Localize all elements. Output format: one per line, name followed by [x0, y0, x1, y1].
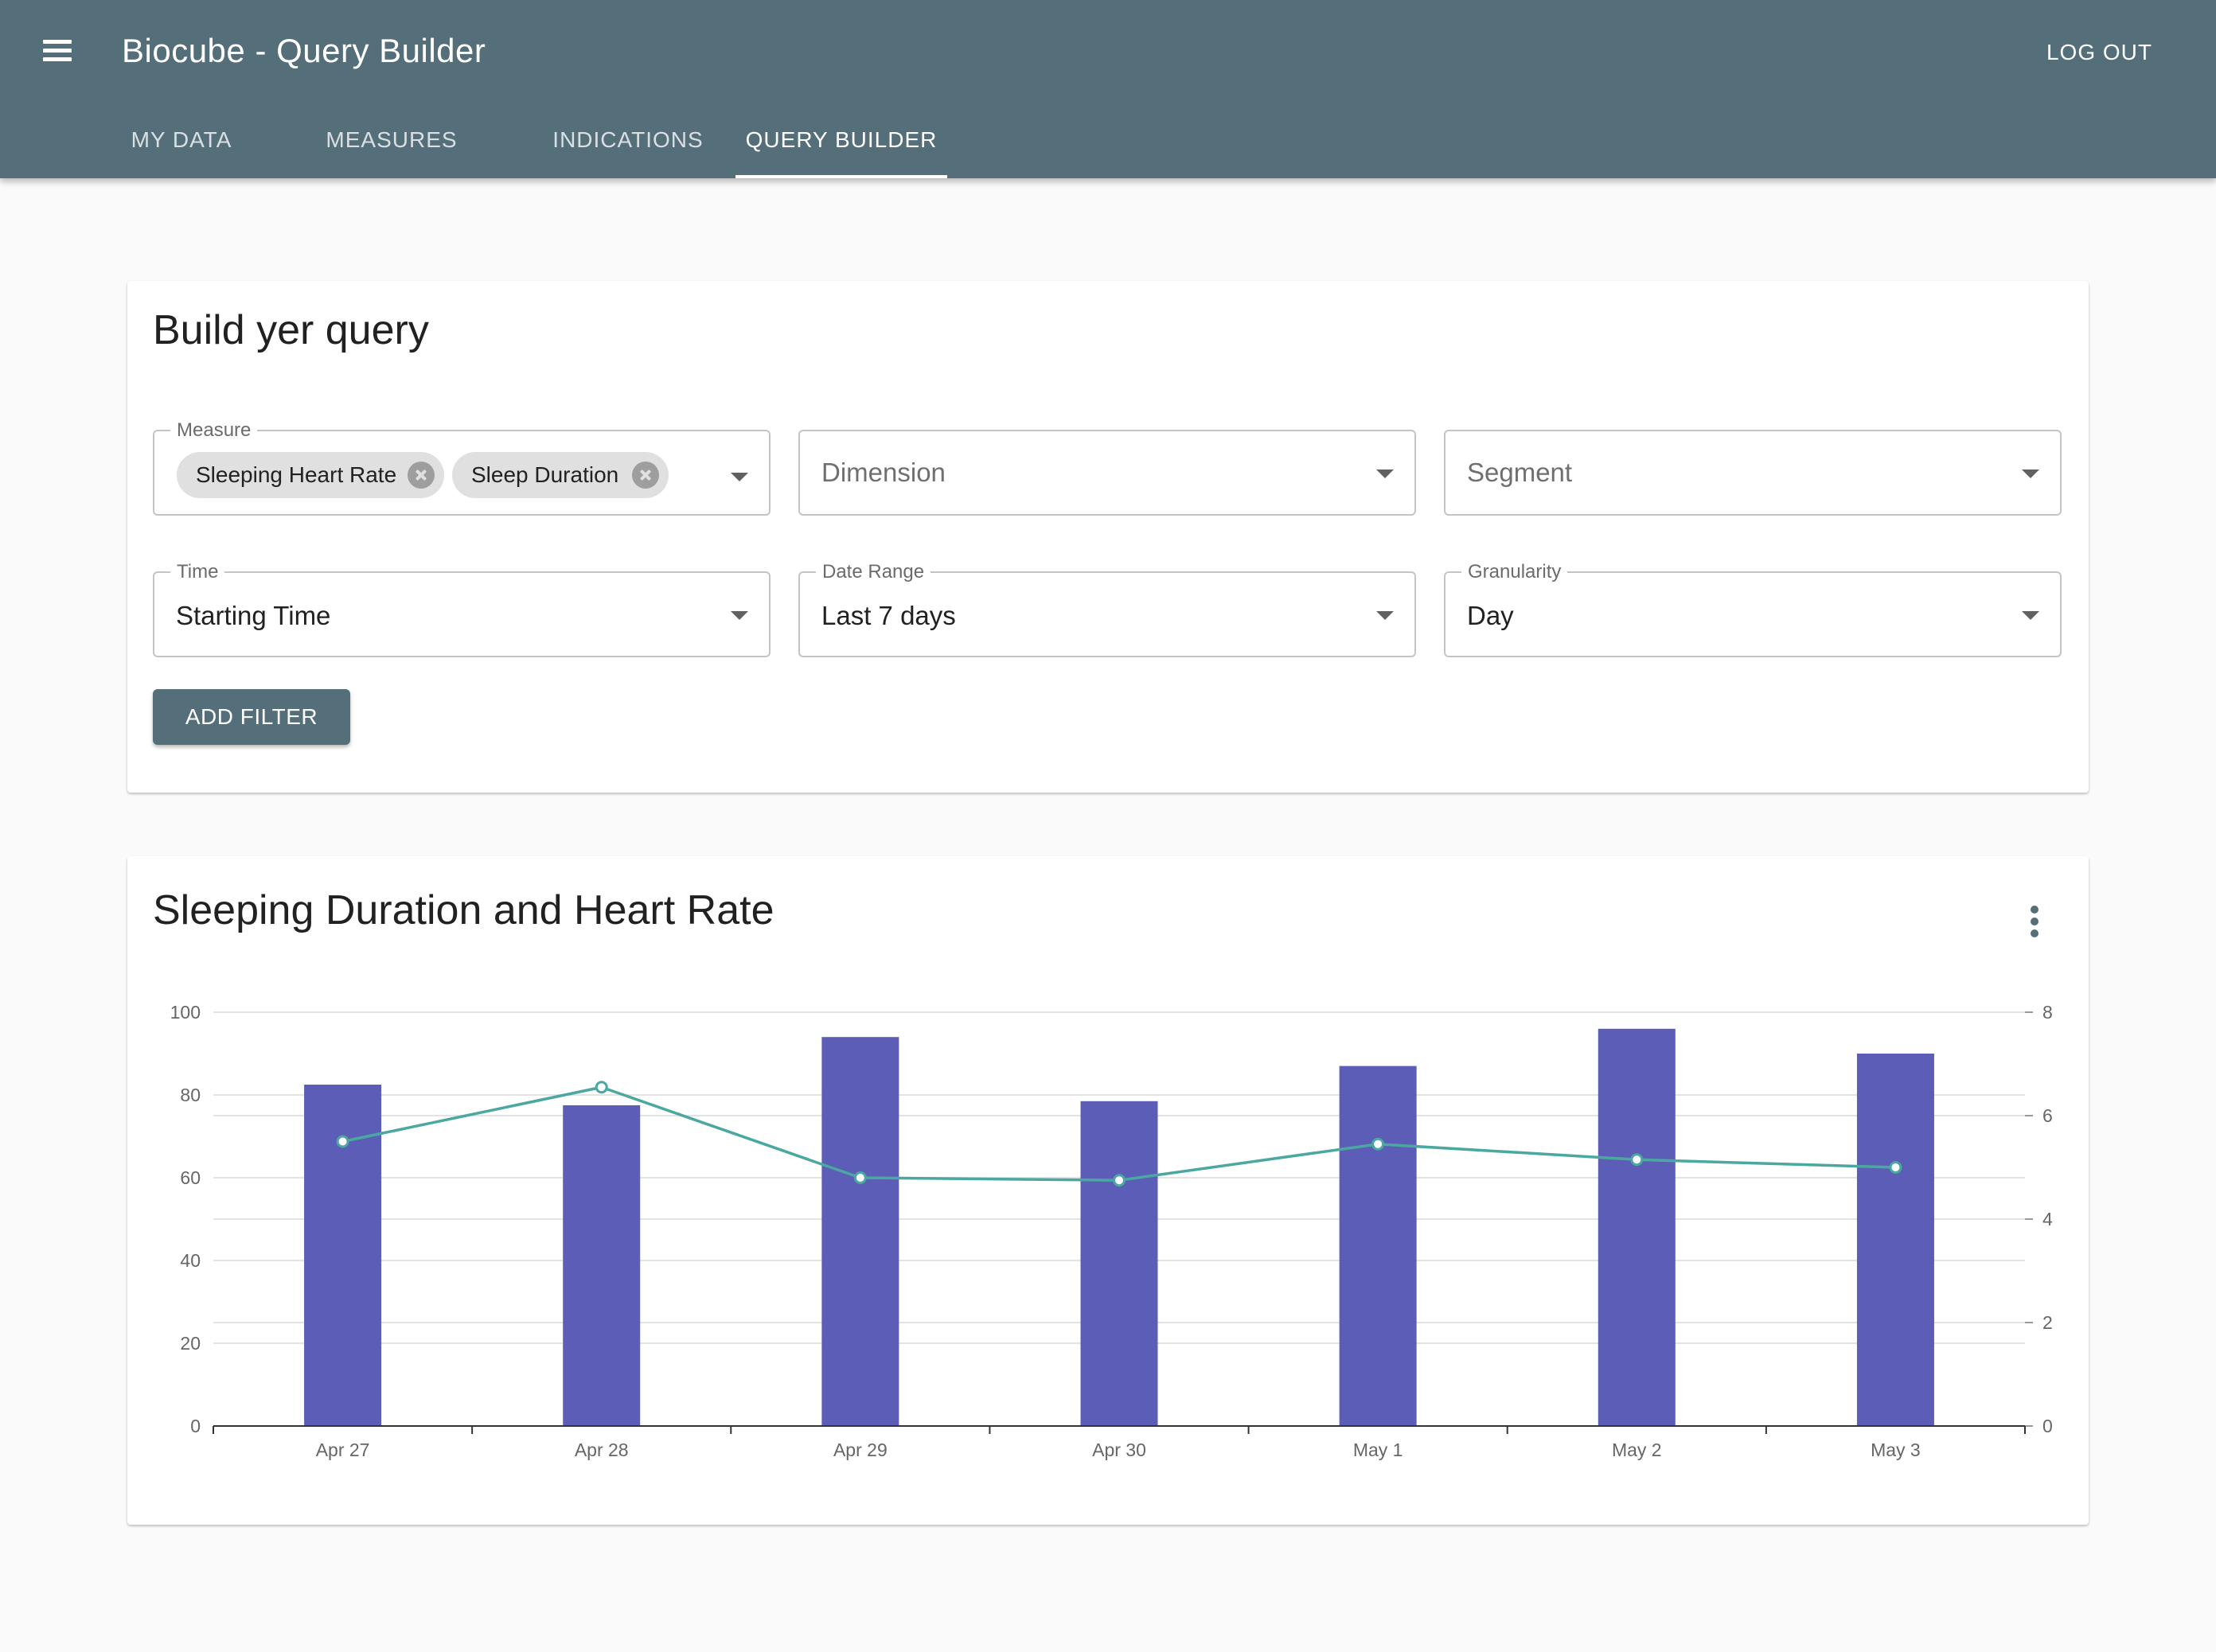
dropdown-arrow-icon: [1376, 469, 1394, 478]
dropdown-arrow-icon: [731, 611, 748, 620]
dimension-placeholder: Dimension: [821, 458, 946, 487]
date-range-value: Last 7 days: [821, 601, 956, 630]
time-select[interactable]: Time Starting Time: [153, 562, 771, 657]
measure-chip-sleep-duration: Sleep Duration: [452, 452, 669, 498]
line-point: [595, 1081, 608, 1094]
bar: [821, 1037, 899, 1426]
granularity-label: Granularity: [1461, 562, 1568, 582]
y-left-tick-label: 100: [170, 1002, 201, 1023]
logout-button[interactable]: LOG OUT: [2046, 35, 2152, 70]
x-tick-label: May 1: [1353, 1440, 1403, 1460]
granularity-value: Day: [1467, 601, 1514, 630]
measure-label: Measure: [170, 420, 258, 441]
line-point: [1371, 1137, 1385, 1151]
measure-chip-sleeping-heart-rate: Sleeping Heart Rate: [177, 452, 444, 498]
bar: [563, 1105, 641, 1426]
y-left-tick-label: 40: [180, 1250, 201, 1271]
bar: [1598, 1028, 1676, 1426]
bar: [1856, 1054, 1934, 1426]
bar: [1339, 1066, 1417, 1426]
dimension-select[interactable]: Dimension: [798, 430, 1416, 516]
chip-label: Sleep Duration: [471, 462, 619, 487]
tab-indications[interactable]: INDICATIONS: [522, 116, 734, 178]
y-right-tick-label: 0: [2042, 1416, 2053, 1436]
query-card-title: Build yer query: [153, 307, 429, 353]
line-point: [1630, 1153, 1644, 1167]
line-point: [1889, 1161, 1902, 1174]
hamburger-menu-icon[interactable]: [38, 32, 76, 70]
granularity-select[interactable]: Granularity Day: [1444, 562, 2062, 657]
chip-delete-icon[interactable]: [632, 462, 659, 489]
dropdown-arrow-icon: [2022, 469, 2039, 478]
date-range-select[interactable]: Date Range Last 7 days: [798, 562, 1416, 657]
dropdown-arrow-icon: [2022, 611, 2039, 620]
y-right-tick-label: 2: [2042, 1312, 2053, 1333]
x-tick-label: Apr 29: [833, 1440, 888, 1460]
y-left-tick-label: 20: [180, 1333, 201, 1354]
combo-chart: 0 20 40 60 80 100 0 2 4 6 8 Apr 27 Apr 28 Apr 29 Apr 3…: [170, 1002, 2053, 1460]
y-left-tick-label: 80: [180, 1085, 201, 1105]
y-right-tick-label: 8: [2042, 1002, 2053, 1023]
measure-select[interactable]: Measure Sleeping Heart Rate Sleep Durati…: [153, 420, 771, 516]
date-range-label: Date Range: [816, 562, 931, 582]
app-bar: Biocube - Query Builder LOG OUT MY DATA …: [0, 0, 2216, 178]
segment-placeholder: Segment: [1467, 458, 1573, 487]
add-filter-button[interactable]: ADD FILTER: [153, 689, 350, 745]
chart-card: Sleeping Duration and Heart Rate 0 20 40 60…: [127, 856, 2089, 1525]
time-label: Time: [170, 562, 225, 582]
x-tick-label: Apr 28: [575, 1440, 629, 1460]
dropdown-arrow-icon: [731, 473, 748, 481]
x-tick-label: May 3: [1871, 1440, 1921, 1460]
dropdown-arrow-icon: [1376, 611, 1394, 620]
segment-select[interactable]: Segment: [1444, 430, 2062, 516]
y-left-tick-label: 0: [190, 1416, 201, 1436]
tab-measures[interactable]: MEASURES: [298, 116, 485, 178]
x-tick-label: Apr 30: [1092, 1440, 1146, 1460]
time-value: Starting Time: [176, 601, 331, 630]
x-tick-label: Apr 27: [316, 1440, 370, 1460]
chip-delete-icon[interactable]: [408, 462, 435, 489]
y-left-tick-label: 60: [180, 1167, 201, 1188]
y-right-tick-label: 6: [2042, 1105, 2053, 1126]
x-tick-label: May 2: [1612, 1440, 1662, 1460]
line-point: [1113, 1174, 1126, 1187]
query-builder-card: Build yer query Measure Sleeping Heart R…: [127, 281, 2089, 793]
app-title: Biocube - Query Builder: [122, 32, 486, 69]
line-point: [853, 1171, 867, 1184]
chip-label: Sleeping Heart Rate: [196, 462, 397, 487]
y-right-tick-label: 4: [2042, 1209, 2053, 1229]
bar: [1080, 1101, 1158, 1426]
tab-query-builder[interactable]: QUERY BUILDER: [735, 116, 947, 178]
tab-my-data[interactable]: MY DATA: [108, 116, 255, 178]
line-point: [336, 1135, 349, 1148]
